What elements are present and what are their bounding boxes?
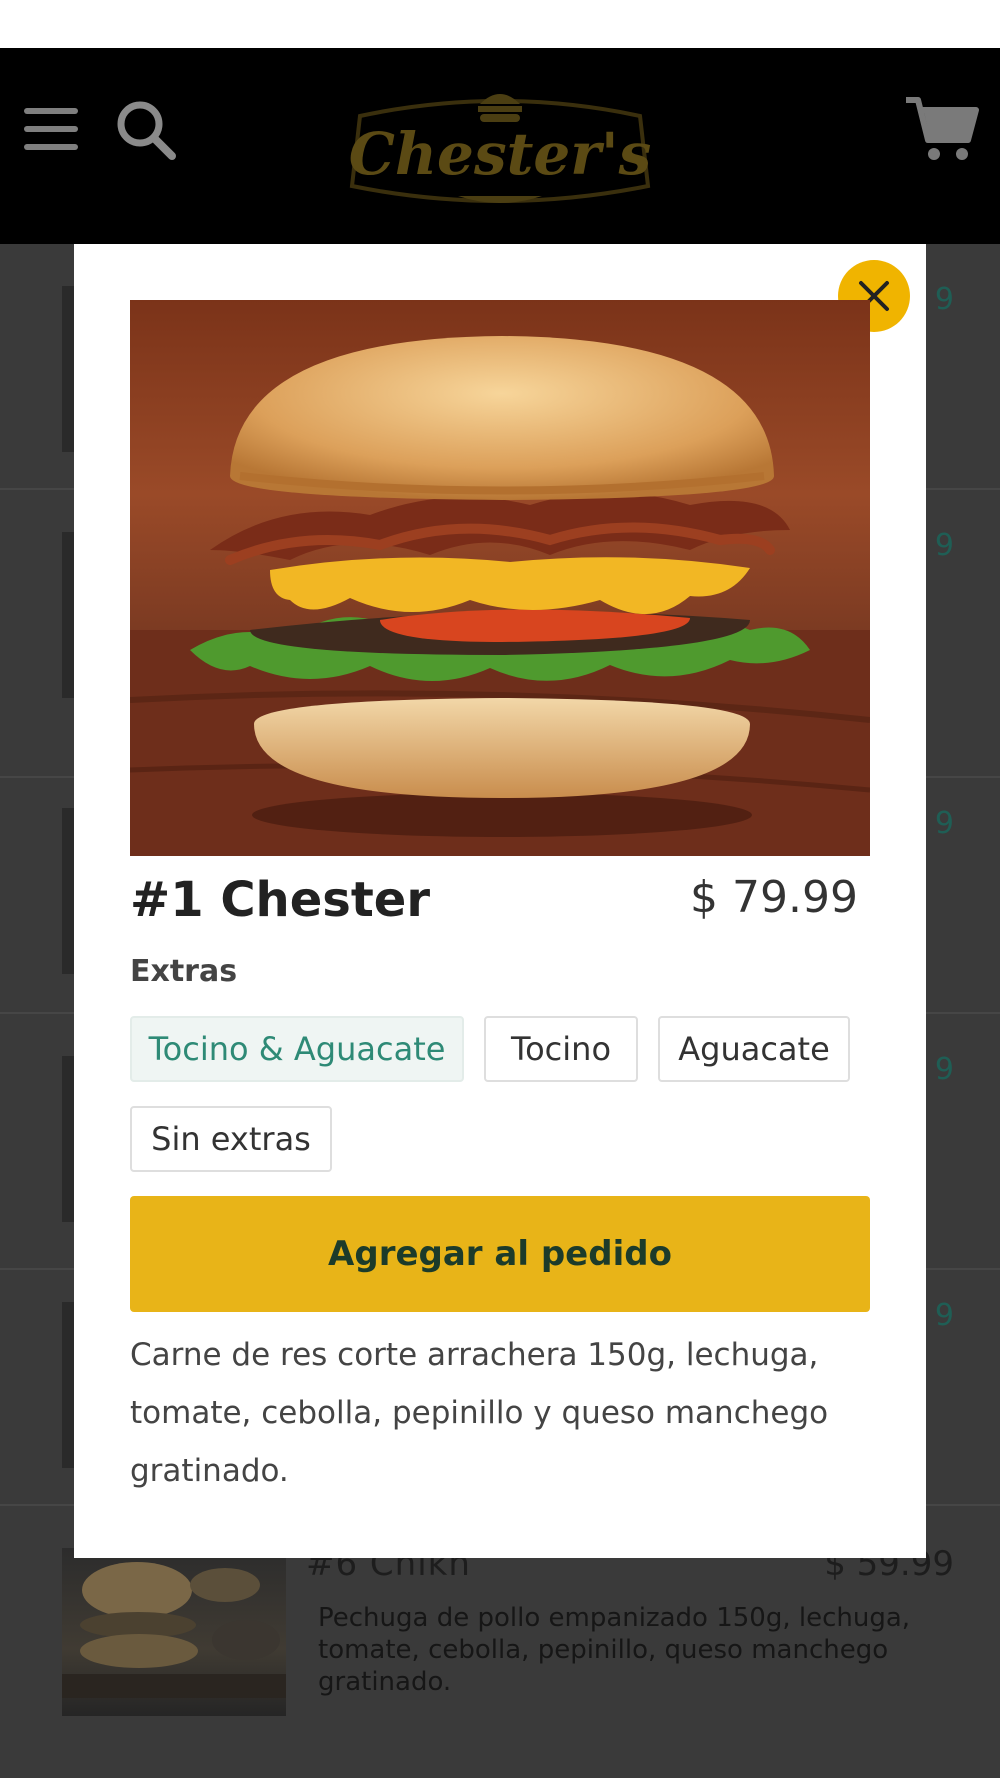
extra-option-tocino[interactable]: Tocino	[484, 1016, 638, 1082]
add-to-order-button[interactable]: Agregar al pedido	[130, 1196, 870, 1312]
product-image	[130, 300, 870, 856]
page: { "header": { "logo_text": "Chester's" }…	[0, 0, 1000, 1778]
item-price: 9	[934, 1052, 954, 1087]
cart-icon[interactable]	[904, 94, 980, 164]
extra-option-tocino-aguacate[interactable]: Tocino & Aguacate	[130, 1016, 464, 1082]
extra-option-sin-extras[interactable]: Sin extras	[130, 1106, 332, 1172]
logo-text: Chester's	[348, 120, 652, 188]
product-price: $ 79.99	[690, 872, 858, 923]
item-price: 9	[934, 1298, 954, 1333]
item-price: 9	[934, 528, 954, 563]
product-description: Carne de res corte arrachera 150g, lechu…	[130, 1337, 829, 1489]
product-title: #1 Chester	[130, 872, 431, 928]
item-price: 9	[934, 806, 954, 841]
item-price: 9	[934, 282, 954, 317]
chikn-description: Pechuga de pollo empanizado 150g, lechug…	[318, 1603, 911, 1697]
extra-option-aguacate[interactable]: Aguacate	[658, 1016, 850, 1082]
chikn-thumbnail[interactable]	[62, 1548, 286, 1716]
status-bar	[0, 0, 1000, 48]
search-icon[interactable]	[114, 98, 178, 162]
brand-logo[interactable]: Chester's	[338, 76, 662, 216]
menu-icon[interactable]	[24, 108, 78, 150]
extras-label: Extras	[130, 954, 238, 989]
